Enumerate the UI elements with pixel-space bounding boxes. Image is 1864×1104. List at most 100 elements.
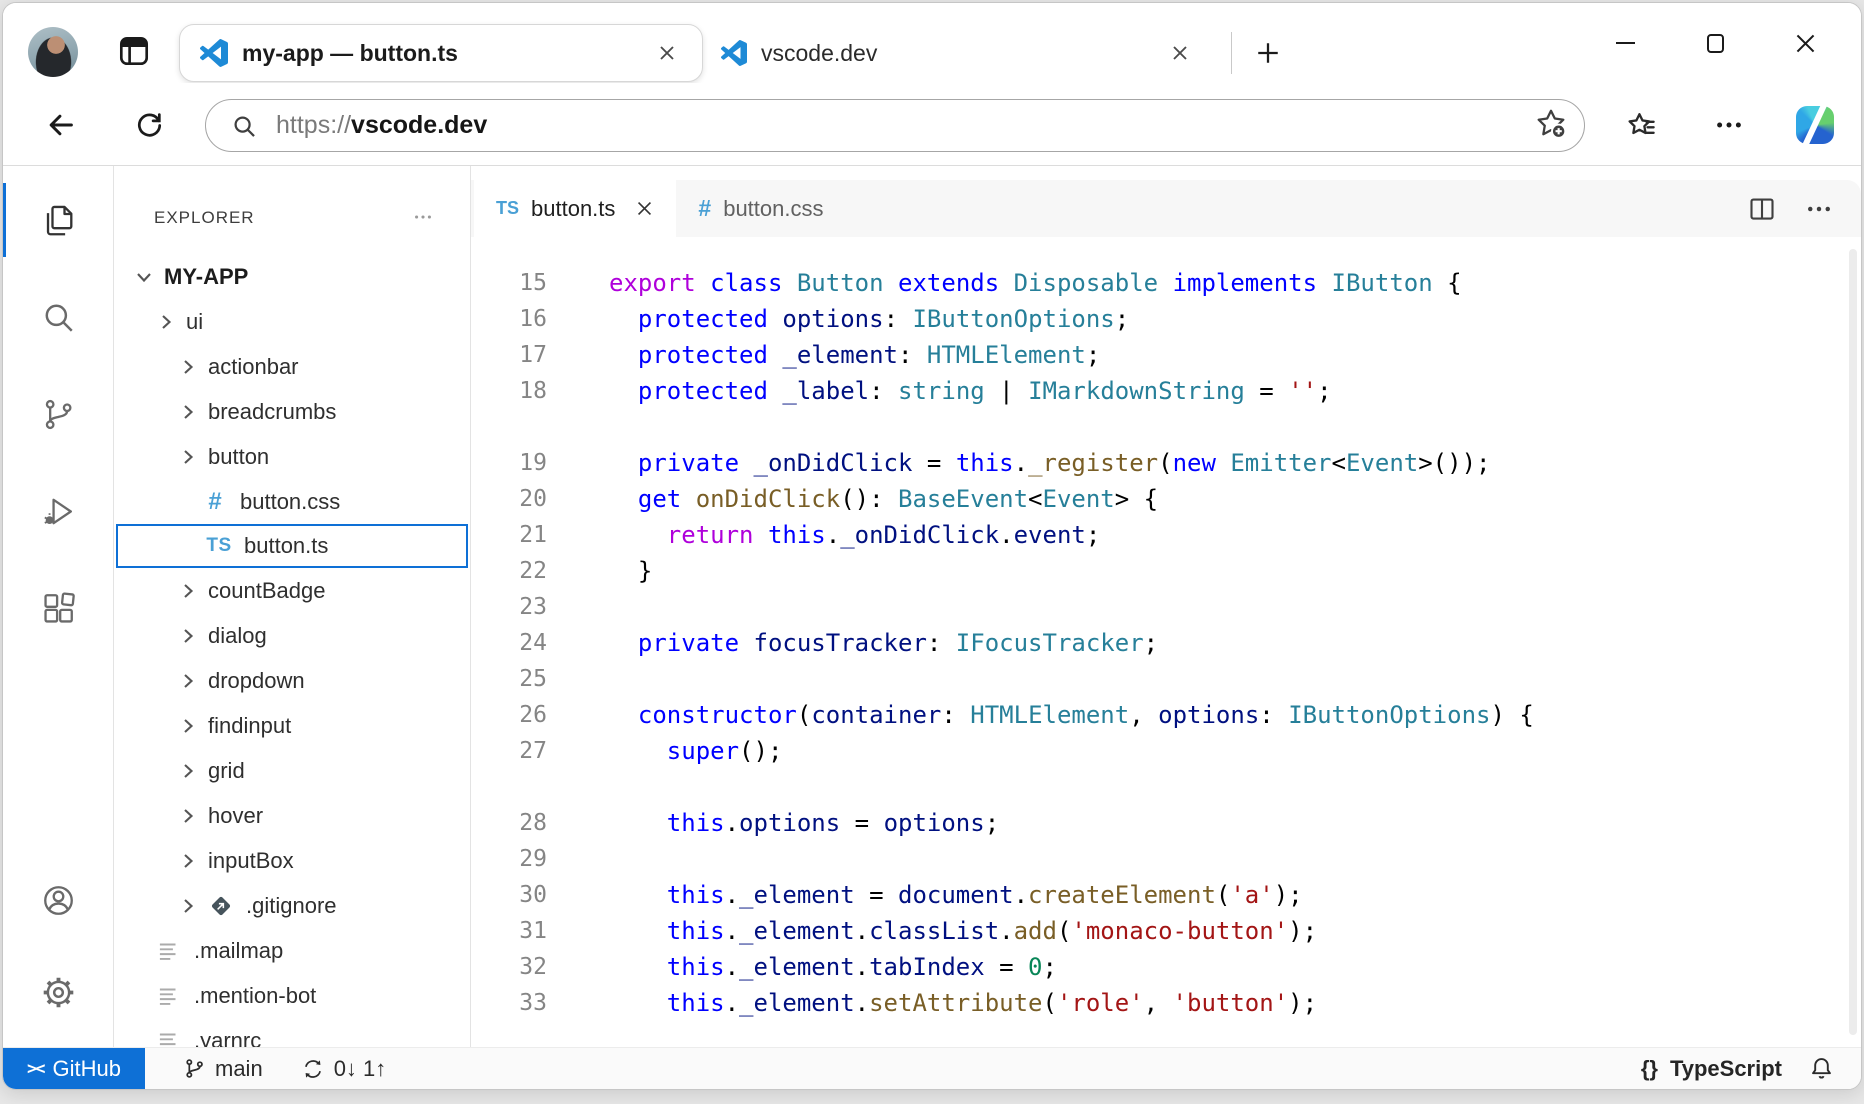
branch-status-item[interactable]: main [183, 1056, 263, 1082]
tab-close-icon[interactable] [650, 36, 684, 70]
code-editor[interactable]: 15export class Button extends Disposable… [471, 237, 1861, 1047]
line-number: 21 [471, 517, 547, 553]
status-bar-right: {} TypeScript [1641, 1055, 1861, 1082]
active-view-indicator [3, 183, 6, 257]
tree-item-label: dropdown [208, 668, 305, 694]
code-text: export class Button extends Disposable i… [547, 265, 1462, 301]
activity-extensions-icon[interactable] [22, 572, 95, 645]
address-bar[interactable]: https://vscode.dev [205, 99, 1585, 152]
tree-item-breadcrumbs[interactable]: breadcrumbs [114, 389, 470, 434]
tree-item-dialog[interactable]: dialog [114, 613, 470, 658]
tree-item-countbadge[interactable]: countBadge [114, 568, 470, 613]
code-text [547, 409, 609, 445]
chevron-right-icon [178, 581, 198, 601]
url-scheme: https:// [276, 111, 351, 139]
minimize-button[interactable] [1599, 17, 1651, 69]
tree-item-grid[interactable]: grid [114, 748, 470, 793]
tree-item-button-css[interactable]: #button.css [114, 479, 470, 524]
remote-indicator[interactable]: >< GitHub [3, 1048, 145, 1090]
explorer-more-icon[interactable] [412, 206, 434, 228]
tree-item-dropdown[interactable]: dropdown [114, 658, 470, 703]
code-line [471, 769, 1861, 805]
settings-ellipsis-icon[interactable] [1703, 99, 1755, 151]
tree-item-inputbox[interactable]: inputBox [114, 838, 470, 883]
editor-more-icon[interactable] [1805, 195, 1833, 223]
activity-source-control-icon[interactable] [22, 378, 95, 451]
tree-item-ui[interactable]: ui [114, 299, 470, 344]
code-text [547, 589, 609, 625]
browser-window: my-app — button.ts vscode.dev [2, 2, 1862, 1090]
tree-item-mailmap[interactable]: .mailmap [114, 928, 470, 973]
line-number [471, 409, 547, 445]
code-text: protected _element: HTMLElement; [547, 337, 1100, 373]
code-text: this._element.tabIndex = 0; [547, 949, 1057, 985]
sync-status-item[interactable]: 0↓ 1↑ [301, 1056, 387, 1082]
tree-item-hover[interactable]: hover [114, 793, 470, 838]
line-number: 19 [471, 445, 547, 481]
activity-search-icon[interactable] [22, 281, 95, 354]
copilot-icon[interactable] [1789, 99, 1841, 151]
tree-item-button[interactable]: button [114, 434, 470, 479]
vscode-logo-icon [721, 40, 747, 66]
git-file-icon [208, 893, 234, 919]
code-line: 19 private _onDidClick = this._register(… [471, 445, 1861, 481]
browser-tab-bar: my-app — button.ts vscode.dev [3, 3, 1861, 83]
url-host: vscode.dev [351, 111, 487, 139]
account-icon[interactable] [22, 864, 95, 937]
tree-item-findinput[interactable]: findinput [114, 703, 470, 748]
activity-bar-bottom [22, 864, 95, 1047]
code-text [547, 841, 609, 877]
tree-item-button-ts[interactable]: TSbutton.ts [116, 524, 468, 568]
css-file-icon: # [200, 488, 230, 516]
tree-item-my-app[interactable]: MY-APP [114, 254, 470, 299]
code-text: } [547, 553, 652, 589]
editor-scrollbar[interactable] [1849, 249, 1857, 1035]
code-line: 20 get onDidClick(): BaseEvent<Event> { [471, 481, 1861, 517]
line-number: 20 [471, 481, 547, 517]
refresh-button[interactable] [123, 99, 175, 151]
line-number: 31 [471, 913, 547, 949]
tree-item-yarnrc[interactable]: .yarnrc [114, 1018, 470, 1047]
new-tab-button[interactable] [1245, 30, 1291, 76]
activity-run-debug-icon[interactable] [22, 475, 95, 548]
tab-close-icon[interactable] [1163, 36, 1197, 70]
tree-item-actionbar[interactable]: actionbar [114, 344, 470, 389]
code-line: 32 this._element.tabIndex = 0; [471, 949, 1861, 985]
gear-icon[interactable] [22, 956, 95, 1029]
editor-tab-button-ts[interactable]: TS button.ts [474, 180, 676, 237]
browser-tab-inactive[interactable]: vscode.dev [717, 24, 1211, 82]
maximize-button[interactable] [1689, 17, 1741, 69]
code-text [547, 661, 609, 697]
code-line: 29 [471, 841, 1861, 877]
browser-tab-active[interactable]: my-app — button.ts [179, 24, 703, 82]
editor-tab-close-icon[interactable] [635, 199, 654, 218]
split-editor-icon[interactable] [1747, 194, 1777, 224]
code-text: private _onDidClick = this._register(new… [547, 445, 1490, 481]
code-line: 27 super(); [471, 733, 1861, 769]
line-number: 22 [471, 553, 547, 589]
profile-avatar[interactable] [28, 27, 78, 77]
tree-item-mention-bot[interactable]: .mention-bot [114, 973, 470, 1018]
config-file-icon [156, 1028, 182, 1048]
close-button[interactable] [1779, 17, 1831, 69]
add-favorite-icon[interactable] [1534, 106, 1568, 145]
bell-icon[interactable] [1808, 1055, 1835, 1082]
file-tree: MY-APPuiactionbarbreadcrumbs button #butto… [114, 254, 470, 1047]
tree-item-label: hover [208, 803, 263, 829]
language-status-item[interactable]: {} TypeScript [1641, 1056, 1782, 1082]
activity-explorer-icon[interactable] [22, 184, 95, 257]
workspaces-icon[interactable] [119, 36, 149, 71]
chevron-right-icon [178, 671, 198, 691]
chevron-right-icon [178, 851, 198, 871]
tree-item-gitignore[interactable]: .gitignore [114, 883, 470, 928]
editor-tab-button-css[interactable]: # button.css [676, 180, 845, 237]
code-line: 33 this._element.setAttribute('role', 'b… [471, 985, 1861, 1021]
url-text: https://vscode.dev [276, 111, 1534, 140]
chevron-right-icon [178, 402, 198, 422]
line-number: 28 [471, 805, 547, 841]
tree-item-label: button [208, 444, 269, 470]
tree-item-label: .gitignore [246, 893, 337, 919]
favorites-icon[interactable] [1615, 99, 1667, 151]
chevron-right-icon [178, 806, 198, 826]
back-button[interactable] [35, 99, 87, 151]
